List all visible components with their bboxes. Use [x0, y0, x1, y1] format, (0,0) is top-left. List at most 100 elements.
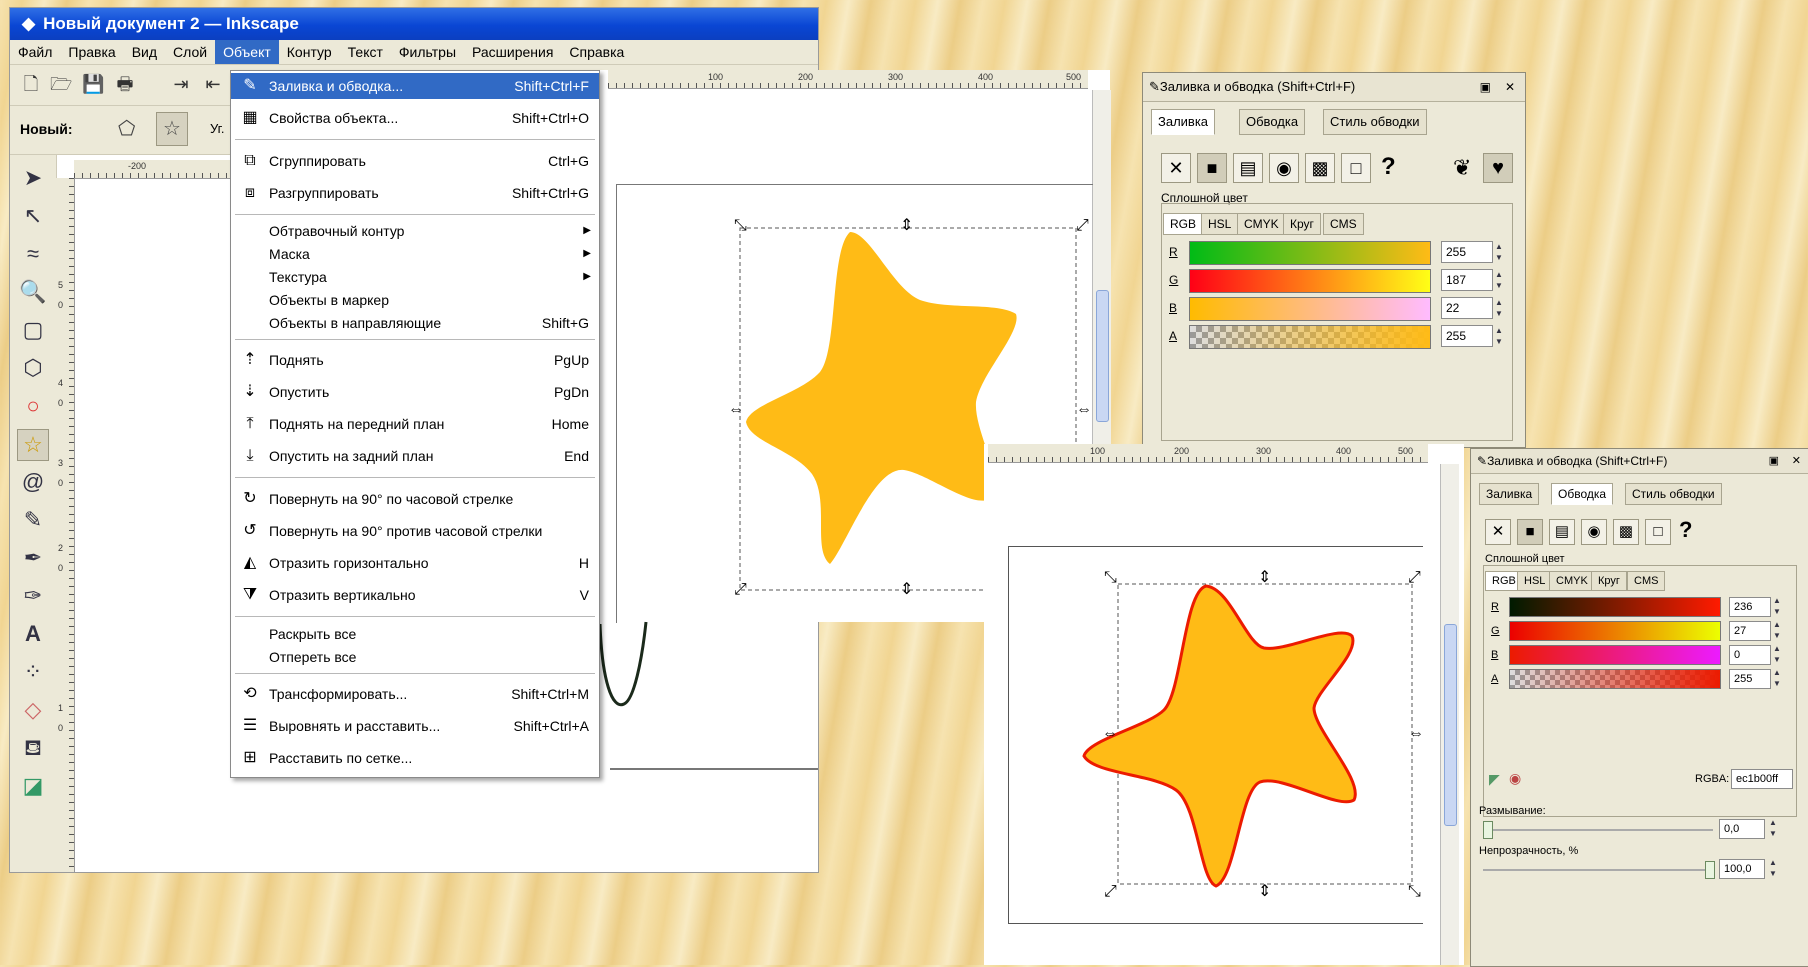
menu-item-unlock-all[interactable]: Отпереть все: [231, 644, 599, 670]
spiral-tool-icon[interactable]: @: [18, 467, 48, 497]
scale-handle-icon[interactable]: ⇕: [900, 581, 913, 598]
channel-g-slider[interactable]: [1189, 269, 1431, 293]
menu-help[interactable]: Справка: [561, 40, 632, 64]
menu-item-rotate-ccw[interactable]: ↺ Повернуть на 90° против часовой стрелки: [231, 518, 599, 544]
spin-arrows-icon[interactable]: ▲ ▼: [1771, 619, 1783, 641]
swatch-icon[interactable]: □: [1341, 153, 1371, 183]
spin-arrows-icon[interactable]: ▲ ▼: [1493, 269, 1505, 291]
tab-fill[interactable]: Заливка: [1479, 483, 1540, 505]
pen-tool-icon[interactable]: ✒: [18, 543, 48, 573]
channel-a-input[interactable]: 255: [1729, 669, 1771, 689]
menu-item-ungroup[interactable]: ⧈ Разгруппировать Shift+Ctrl+G: [231, 180, 599, 206]
tab-stroke-style[interactable]: Стиль обводки: [1323, 109, 1427, 135]
selector-tool-icon[interactable]: ➤: [18, 163, 48, 193]
blur-slider-handle[interactable]: [1483, 821, 1493, 839]
opacity-slider[interactable]: [1483, 869, 1713, 871]
flat-color-icon[interactable]: ■: [1197, 153, 1227, 183]
color-picker-icon[interactable]: ◤: [1489, 771, 1500, 788]
rgba-input[interactable]: ec1b00ff: [1731, 769, 1793, 789]
channel-a-slider[interactable]: [1509, 669, 1721, 689]
channel-b-slider[interactable]: [1509, 645, 1721, 665]
tab-cms[interactable]: CMS: [1323, 213, 1364, 235]
star-tool-icon[interactable]: ☆: [17, 429, 49, 461]
star-drawing[interactable]: ⤡ ⤢ ⇕ ⇔ ⇔ ⤢ ⇕ ⤡: [984, 444, 1464, 965]
scale-handle-icon[interactable]: ⇔: [1408, 725, 1424, 742]
menu-edit[interactable]: Правка: [60, 40, 123, 64]
channel-b-input[interactable]: 0: [1729, 645, 1771, 665]
spin-arrows-icon[interactable]: ▲ ▼: [1767, 857, 1779, 879]
3d-box-tool-icon[interactable]: ⬡: [18, 353, 48, 383]
spin-arrows-icon[interactable]: ▲ ▼: [1493, 241, 1505, 263]
color-managed-icon[interactable]: ◉: [1509, 770, 1521, 787]
nonzero-fill-icon[interactable]: ♥: [1483, 153, 1513, 183]
menu-filters[interactable]: Фильтры: [391, 40, 464, 64]
no-paint-icon[interactable]: ✕: [1485, 519, 1511, 545]
tab-wheel[interactable]: Круг: [1283, 213, 1321, 235]
scale-handle-icon[interactable]: ⤢: [1408, 569, 1421, 586]
channel-g-slider[interactable]: [1509, 621, 1721, 641]
unset-paint-icon[interactable]: ?: [1381, 153, 1396, 181]
spin-arrows-icon[interactable]: ▲ ▼: [1493, 297, 1505, 319]
scale-handle-icon[interactable]: ⤢: [1104, 883, 1117, 900]
pencil-tool-icon[interactable]: ✎: [18, 505, 48, 535]
channel-r-slider[interactable]: [1509, 597, 1721, 617]
tab-cmyk[interactable]: CMYK: [1549, 571, 1595, 591]
tab-cms[interactable]: CMS: [1627, 571, 1666, 591]
tab-rgb[interactable]: RGB: [1163, 213, 1204, 235]
tab-hsl[interactable]: HSL: [1201, 213, 1239, 235]
node-tool-icon[interactable]: ↖: [18, 201, 48, 231]
export-icon[interactable]: ⇤: [202, 73, 224, 95]
channel-g-input[interactable]: 187: [1441, 269, 1493, 291]
tab-hsl[interactable]: HSL: [1517, 571, 1553, 591]
no-paint-icon[interactable]: ✕: [1161, 153, 1191, 183]
tab-stroke-paint[interactable]: Обводка: [1239, 109, 1306, 135]
menu-item-arrange-grid[interactable]: ⊞ Расставить по сетке...: [231, 745, 599, 771]
close-icon[interactable]: ✕: [1792, 449, 1801, 473]
menu-item-lower-to-bottom[interactable]: ⤓ Опустить на задний план End: [231, 443, 599, 469]
scale-handle-icon[interactable]: ⤢: [734, 581, 747, 598]
text-tool-icon[interactable]: A: [18, 619, 48, 649]
calligraphy-tool-icon[interactable]: ✑: [18, 581, 48, 611]
scale-handle-icon[interactable]: ⤡: [734, 217, 747, 234]
opacity-slider-handle[interactable]: [1705, 861, 1715, 879]
rectangle-tool-icon[interactable]: ▢: [18, 315, 48, 345]
menu-item-object-properties[interactable]: ▦ Свойства объекта... Shift+Ctrl+O: [231, 105, 599, 131]
print-icon[interactable]: 🖶: [114, 73, 136, 95]
menu-item-objects-to-guides[interactable]: Объекты в направляющие Shift+G: [231, 310, 599, 336]
spray-tool-icon[interactable]: ⁘: [18, 657, 48, 687]
spin-arrows-icon[interactable]: ▲ ▼: [1771, 643, 1783, 665]
star-shape-stroked[interactable]: [1082, 584, 1357, 888]
menu-layer[interactable]: Слой: [165, 40, 215, 64]
open-icon[interactable]: 🗁: [50, 73, 72, 95]
menu-text[interactable]: Текст: [340, 40, 391, 64]
spin-arrows-icon[interactable]: ▲ ▼: [1771, 595, 1783, 617]
menu-object[interactable]: Объект: [215, 40, 279, 64]
menu-item-rotate-cw[interactable]: ↻ Повернуть на 90° по часовой стрелке: [231, 486, 599, 512]
zoom-tool-icon[interactable]: 🔍: [18, 277, 48, 307]
channel-r-slider[interactable]: [1189, 241, 1431, 265]
channel-b-slider[interactable]: [1189, 297, 1431, 321]
menu-path[interactable]: Контур: [279, 40, 340, 64]
menu-extensions[interactable]: Расширения: [464, 40, 561, 64]
star-mode-icon[interactable]: ☆: [156, 112, 188, 146]
menu-file[interactable]: Файл: [10, 40, 60, 64]
blur-input[interactable]: 0,0: [1719, 819, 1765, 839]
pattern-icon[interactable]: ▩: [1613, 519, 1639, 545]
channel-a-input[interactable]: 255: [1441, 325, 1493, 347]
menu-item-align[interactable]: ☰ Выровнять и расставить... Shift+Ctrl+A: [231, 713, 599, 739]
channel-r-input[interactable]: 255: [1441, 241, 1493, 263]
collapse-icon[interactable]: ▣: [1480, 73, 1491, 101]
tab-fill[interactable]: Заливка: [1151, 109, 1216, 135]
opacity-input[interactable]: 100,0: [1719, 859, 1765, 879]
flat-color-icon[interactable]: ■: [1517, 519, 1543, 545]
scale-handle-icon[interactable]: ⤡: [1408, 883, 1421, 900]
paint-bucket-tool-icon[interactable]: ⛾: [18, 733, 48, 763]
spin-arrows-icon[interactable]: ▲ ▼: [1771, 667, 1783, 689]
menu-item-transform[interactable]: ⟲ Трансформировать... Shift+Ctrl+M: [231, 681, 599, 707]
new-document-icon[interactable]: 🗋: [20, 73, 42, 95]
radial-gradient-icon[interactable]: ◉: [1581, 519, 1607, 545]
scale-handle-icon[interactable]: ⇔: [1102, 725, 1118, 742]
gradient-tool-icon[interactable]: ◪: [18, 771, 48, 801]
unset-paint-icon[interactable]: ?: [1679, 517, 1692, 543]
channel-r-input[interactable]: 236: [1729, 597, 1771, 617]
